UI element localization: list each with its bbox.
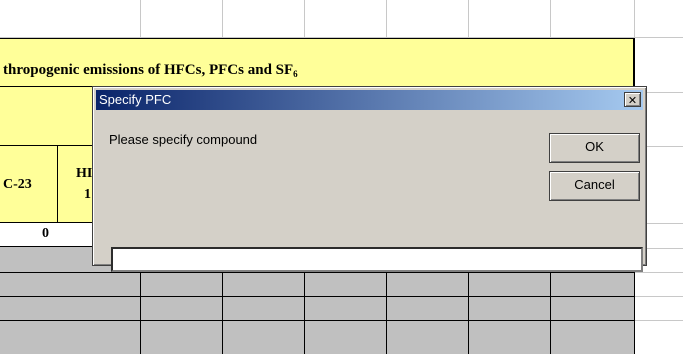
- grid-line: [634, 0, 635, 38]
- grid-line: [0, 272, 634, 273]
- grid-line: [468, 0, 469, 38]
- dialog-title-bar[interactable]: Specify PFC ✕: [96, 90, 643, 110]
- sheet-title-subscript: 6: [293, 69, 298, 79]
- grid-line: [634, 320, 683, 321]
- dialog-prompt: Please specify compound: [109, 132, 258, 147]
- ok-button[interactable]: OK: [549, 133, 640, 163]
- grid-line: [386, 0, 387, 38]
- close-icon: ✕: [627, 95, 638, 107]
- grid-line: [0, 296, 634, 297]
- grid-line: [550, 0, 551, 38]
- close-button[interactable]: ✕: [624, 92, 641, 107]
- grid-line: [634, 296, 683, 297]
- grid-line: [140, 0, 141, 38]
- sheet-title-text: thropogenic emissions of HFCs, PFCs and …: [3, 62, 294, 78]
- grid-line: [634, 272, 683, 273]
- grid-line: [0, 320, 634, 321]
- cancel-button[interactable]: Cancel: [549, 171, 640, 201]
- top-row: [0, 0, 683, 38]
- grid-line: [222, 0, 223, 38]
- column-header-hfc-23: C-23: [3, 177, 32, 192]
- column-header-hfc-2-line1: HI: [76, 166, 93, 181]
- grid-line: [304, 0, 305, 38]
- specify-pfc-dialog: Specify PFC ✕ Please specify compound OK…: [92, 86, 647, 272]
- value-cell: 0: [42, 226, 49, 241]
- sheet-title: thropogenic emissions of HFCs, PFCs and …: [3, 62, 298, 79]
- dialog-title: Specify PFC: [99, 92, 172, 107]
- column-header-hfc-2-line2: 1: [84, 187, 91, 202]
- compound-input[interactable]: [111, 247, 643, 272]
